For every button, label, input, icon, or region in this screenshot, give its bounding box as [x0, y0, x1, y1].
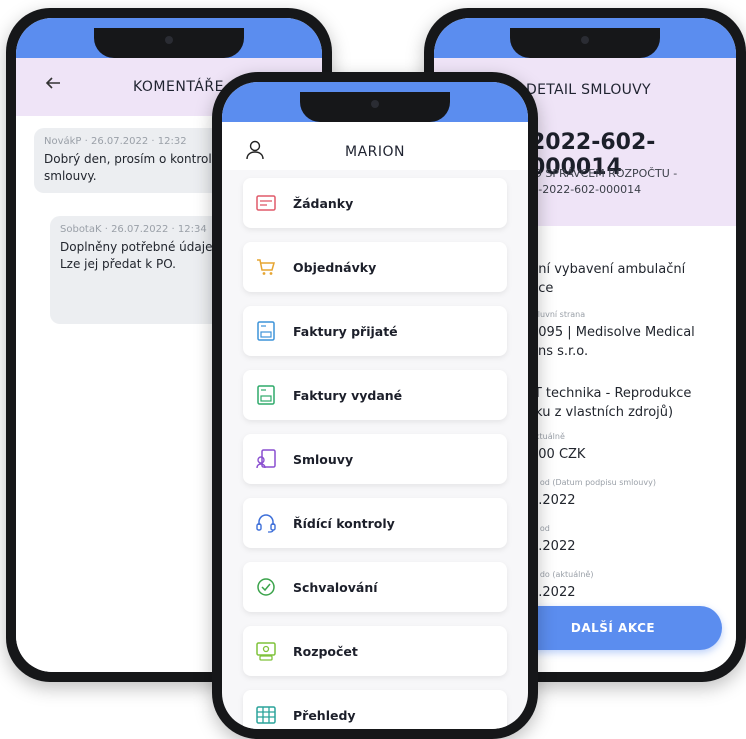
field-value: 8095 | Medisolve Medical [530, 325, 695, 340]
requests-icon [255, 192, 277, 214]
page-title: DETAIL SMLOUVY [526, 82, 651, 98]
field-subject: dní vybavení ambulační uce [530, 260, 685, 298]
notch [300, 92, 450, 122]
field-label: st od (Datum podpisu smlouvy) [530, 478, 656, 487]
field-party: mluvní strana 8095 | Medisolve Medical o… [530, 310, 695, 361]
app-title: MARION [344, 144, 405, 160]
menu-item-orders[interactable]: Objednávky [243, 242, 507, 292]
field-amount: aktuálně 000 CZK [530, 432, 585, 464]
subtitle-line: IO SPRÁVCEM ROZPOČTU - [530, 167, 678, 180]
invoice-in-icon [255, 320, 277, 342]
field-value: 000 CZK [530, 447, 586, 462]
field-category: IT technika - Reprodukce tku z vlastních… [530, 384, 691, 422]
menu-item-label: Žádanky [293, 195, 354, 211]
table-icon [255, 704, 277, 726]
field-signed-date: st od (Datum podpisu smlouvy) 6.2022 [530, 478, 656, 510]
center-phone-frame: MARION Žádanky Objednávky Faktury přijat… [212, 72, 538, 739]
field-value: ons s.r.o. [530, 344, 589, 359]
subtitle-line: N-2022-602-000014 [530, 183, 642, 196]
back-button[interactable] [44, 73, 62, 98]
field-label: st do (aktuálně) [530, 570, 594, 579]
menu-item-invoices-received[interactable]: Faktury přijaté [243, 306, 507, 356]
invoice-out-icon [255, 384, 277, 406]
menu-item-label: Faktury přijaté [293, 323, 398, 339]
menu-item-contracts[interactable]: Smlouvy [243, 434, 507, 484]
menu-item-controls[interactable]: Řídící kontroly [243, 498, 507, 548]
main-menu: Žádanky Objednávky Faktury přijaté Faktu… [243, 178, 507, 729]
field-valid-to: st do (aktuálně) 7.2022 [530, 570, 593, 602]
headset-icon [255, 512, 277, 534]
notch [94, 28, 244, 58]
notch [510, 28, 660, 58]
field-value: dní vybavení ambulační [530, 262, 686, 277]
menu-item-overviews[interactable]: Přehledy [243, 690, 507, 729]
field-value: IT technika - Reprodukce [530, 386, 692, 401]
menu-item-label: Přehledy [293, 707, 356, 723]
menu-item-label: Řídící kontroly [293, 515, 395, 531]
cart-icon [255, 256, 277, 278]
menu-item-label: Schvalování [293, 579, 378, 595]
budget-icon [255, 640, 277, 662]
page-title: KOMENTÁŘE [133, 79, 224, 95]
menu-item-requests[interactable]: Žádanky [243, 178, 507, 228]
menu-item-budget[interactable]: Rozpočet [243, 626, 507, 676]
contract-subtitle: IO SPRÁVCEM ROZPOČTU - N-2022-602-000014 [530, 166, 677, 198]
field-label: aktuálně [530, 432, 565, 441]
field-label: mluvní strana [530, 310, 586, 319]
menu-item-label: Smlouvy [293, 451, 354, 467]
field-value: 7.2022 [530, 585, 576, 600]
menu-item-label: Objednávky [293, 259, 377, 275]
field-value: tku z vlastních zdrojů) [530, 405, 674, 420]
menu-item-label: Rozpočet [293, 643, 358, 659]
check-circle-icon [255, 576, 277, 598]
menu-item-label: Faktury vydané [293, 387, 403, 403]
arrow-left-icon [45, 77, 60, 89]
menu-item-approvals[interactable]: Schvalování [243, 562, 507, 612]
field-value: 6.2022 [530, 493, 576, 508]
main-menu-screen: MARION Žádanky Objednávky Faktury přijat… [222, 82, 528, 729]
field-value: uce [530, 281, 554, 296]
contract-icon [255, 448, 277, 470]
menu-item-invoices-issued[interactable]: Faktury vydané [243, 370, 507, 420]
